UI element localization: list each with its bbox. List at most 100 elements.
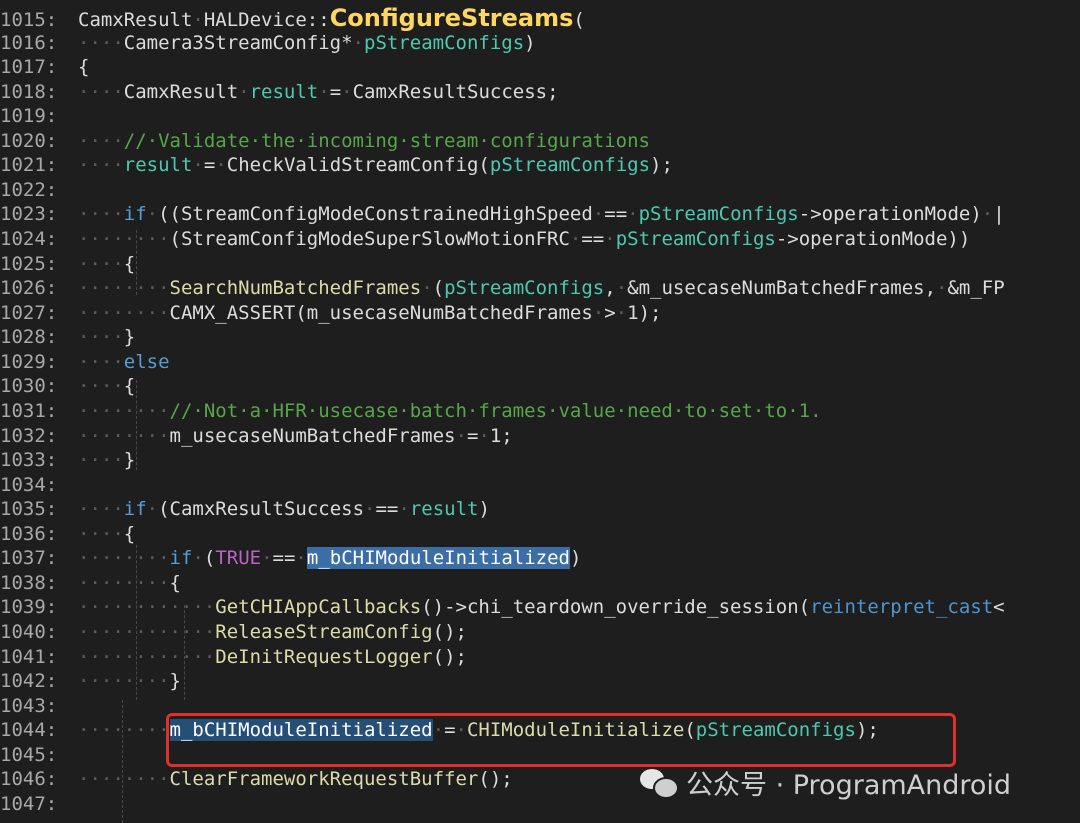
line-number: 1023: [0, 203, 58, 226]
code-token: ········ [78, 670, 170, 693]
line-number: 1025: [0, 252, 58, 275]
code-token: ···· [78, 498, 124, 521]
code-token: CheckValidStreamConfig( [226, 154, 490, 177]
code-line: 1031: ········//·Not·a·HFR·usecase·batch·… [0, 399, 822, 424]
code-token: (); [432, 645, 467, 668]
code-line: 1033: ····} [0, 448, 135, 473]
code-token: ········ [78, 571, 170, 594]
code-token: Camera3StreamConfig* [123, 31, 353, 54]
code-token: ···· [78, 31, 124, 54]
line-number: 1030: [0, 375, 58, 398]
line-number: 1029: [0, 350, 58, 373]
line-number: 1027: [0, 301, 58, 324]
line-number: 1043: [0, 694, 58, 717]
code-token: } [169, 670, 181, 693]
line-number: 1024: [0, 228, 58, 251]
code-token: · [455, 424, 467, 447]
code-editor[interactable]: 1015: CamxResult·HALDevice::ConfigureStre… [0, 0, 1080, 823]
code-token: ········ [78, 719, 170, 742]
code-token: = [203, 154, 216, 177]
code-token: result [409, 498, 479, 521]
code-token: ········ [78, 399, 170, 422]
line-number: 1039: [0, 596, 58, 619]
line-number: 1028: [0, 326, 58, 349]
line-number: 1046: [0, 768, 58, 791]
code-token: ( [432, 277, 445, 300]
code-token: ········ [78, 547, 170, 570]
line-number: 1044: [0, 719, 58, 742]
code-token: ···· [78, 350, 124, 373]
code-line: 1045: [0, 743, 78, 768]
code-token: · [238, 80, 250, 103]
code-token: (StreamConfigModeSuperSlowMotionFRC [169, 228, 570, 251]
line-number: 1022: [0, 178, 58, 201]
code-token: · [192, 9, 204, 31]
code-token: 1; [489, 424, 513, 447]
code-token: ········ [78, 228, 170, 251]
code-token: (CamxResultSuccess [158, 498, 365, 521]
code-token: ->operationMode) [798, 203, 982, 226]
watermark-text: 公众号 · ProgramAndroid [686, 769, 1012, 801]
code-line: 1042: ········} [0, 669, 181, 694]
watermark: 公众号 · ProgramAndroid [640, 762, 1011, 802]
line-number: 1035: [0, 498, 58, 521]
code-token: } [123, 449, 136, 472]
code-token: ···· [78, 449, 124, 472]
code-token: ········ [78, 768, 170, 791]
code-token: · [295, 547, 307, 570]
code-token: if [169, 547, 193, 570]
code-token: else [123, 350, 170, 373]
code-token: > [604, 301, 616, 324]
code-token: == [581, 228, 605, 251]
line-number: 1047: [0, 792, 58, 815]
code-line: 1019: [0, 104, 78, 129]
code-token: 1); [627, 301, 662, 324]
code-line: 1018: ····CamxResult·result·=·CamxResultS… [0, 80, 559, 105]
code-token: pStreamConfigs [638, 203, 799, 226]
code-token: (); [432, 621, 467, 643]
code-token: ((StreamConfigModeConstrainedHighSpeed [158, 203, 593, 226]
code-token: · [592, 301, 605, 324]
code-token: DeInitRequestLogger [215, 645, 433, 668]
code-token: result [249, 80, 319, 103]
code-token: pStreamConfigs [489, 154, 651, 177]
code-token: ···· [78, 80, 124, 103]
code-token: pStreamConfigs [364, 31, 525, 54]
line-number: 1026: [0, 277, 58, 300]
code-token: == [604, 203, 628, 226]
code-token: == [272, 547, 296, 570]
line-number: 1017: [0, 56, 58, 79]
code-token: · [215, 154, 227, 177]
code-line: 1046: ········ClearFrameworkRequestBuffer… [0, 767, 513, 792]
code-line: 1023: ····if·((StreamConfigModeConstraine… [0, 202, 1005, 227]
code-token: ) [478, 498, 490, 521]
code-token: TRUE [215, 547, 262, 570]
code-line: 1034: [0, 473, 78, 498]
code-token: ············ [78, 621, 216, 643]
code-token: ClearFrameworkRequestBuffer [169, 768, 479, 791]
code-token: , [604, 277, 616, 300]
code-line: 1015: CamxResult·HALDevice::ConfigureStre… [0, 6, 585, 31]
code-token: · [261, 547, 273, 570]
code-token: · [146, 203, 159, 226]
code-token: · [615, 277, 628, 300]
code-token: · [364, 498, 376, 521]
code-token: reinterpret_cast [810, 596, 994, 619]
code-token: ) [524, 31, 536, 54]
code-line: 1026: ········SearchNumBatchedFrames·(pSt… [0, 276, 1005, 301]
code-token: ········ [78, 301, 170, 324]
line-number: 1033: [0, 449, 58, 472]
code-token: &m_FP [947, 277, 1005, 300]
code-token: CamxResult [78, 9, 193, 31]
code-token: CamxResult [123, 80, 239, 103]
code-token: · [592, 203, 605, 226]
wechat-icon [640, 767, 679, 799]
code-line: 1036: ····{ [0, 522, 135, 547]
code-token: if [123, 498, 147, 521]
code-token: } [123, 326, 136, 349]
code-token: · [146, 498, 159, 521]
code-token: · [398, 498, 410, 521]
code-line: 1047: [0, 792, 78, 817]
code-token: · [318, 80, 330, 103]
code-token: · [627, 203, 639, 226]
